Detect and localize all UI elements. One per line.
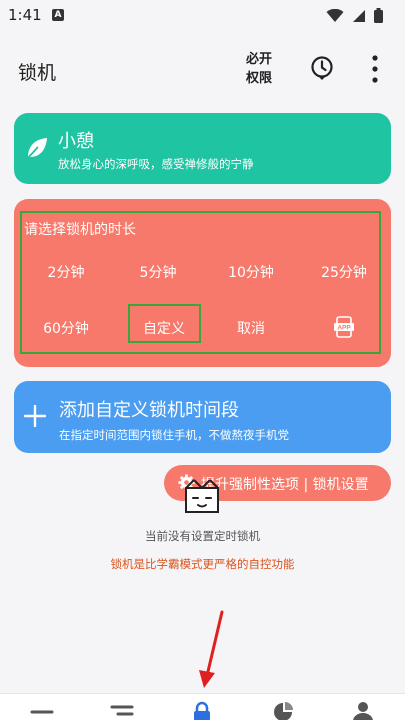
relax-subtitle: 放松身心的深呼吸，感受禅修般的宁静	[58, 157, 254, 171]
status-icons	[326, 8, 383, 23]
lock-duration-title: 请选择锁机的时长	[24, 222, 136, 238]
nav-list-icon[interactable]	[110, 700, 134, 720]
option-60min[interactable]: 60分钟	[26, 318, 106, 338]
app-lock-icon[interactable]: APP	[334, 316, 354, 338]
relax-card[interactable]: 小憩 放松身心的深呼吸，感受禅修般的宁静	[14, 113, 391, 184]
more-vert-icon[interactable]	[366, 54, 384, 84]
option-5min[interactable]: 5分钟	[118, 262, 198, 282]
relax-title: 小憩	[58, 131, 94, 152]
clock-icon[interactable]	[309, 55, 335, 81]
option-custom[interactable]: 自定义	[124, 318, 204, 338]
nav-minus-icon[interactable]	[30, 700, 54, 720]
upgrade-settings-label: 提升强制性选项 | 锁机设置	[201, 477, 369, 493]
signal-icon	[353, 9, 365, 22]
option-cancel[interactable]: 取消	[211, 318, 291, 338]
plus-icon	[24, 405, 46, 427]
custom-period-title: 添加自定义锁机时间段	[59, 400, 239, 421]
notification-icon: A	[52, 9, 64, 21]
nav-pie-chart-icon[interactable]	[271, 700, 295, 720]
permission-button[interactable]: 必开 权限	[240, 50, 278, 88]
status-bar: 1:41 A	[0, 0, 405, 34]
arrow-annotation	[199, 610, 224, 688]
add-custom-period-card[interactable]: 添加自定义锁机时间段 在指定时间范围内锁住手机，不做熬夜手机党	[14, 381, 391, 453]
lock-duration-card: 请选择锁机的时长 2分钟 5分钟 10分钟 25分钟 60分钟 自定义 取消 A…	[14, 199, 391, 367]
app-bar: 锁机 必开 权限	[0, 42, 405, 98]
option-25min[interactable]: 25分钟	[304, 262, 384, 282]
battery-icon	[374, 8, 383, 23]
nav-profile-icon[interactable]	[351, 700, 375, 720]
wifi-icon	[326, 8, 344, 22]
app-badge-text: APP	[337, 325, 351, 332]
app-box-icon: APP	[334, 316, 354, 338]
option-2min[interactable]: 2分钟	[26, 262, 106, 282]
option-10min[interactable]: 10分钟	[211, 262, 291, 282]
custom-period-subtitle: 在指定时间范围内锁住手机，不做熬夜手机党	[59, 428, 289, 442]
nav-lock-icon[interactable]	[190, 700, 214, 720]
mascot-box-icon	[185, 479, 219, 513]
leaf-icon	[26, 138, 47, 160]
bottom-nav	[0, 693, 405, 720]
page-title: 锁机	[18, 62, 57, 84]
info-note: 锁机是比学霸模式更严格的自控功能	[110, 557, 295, 571]
permission-label-line1: 必开	[245, 52, 272, 67]
permission-label-line2: 权限	[245, 71, 272, 86]
status-time: 1:41	[8, 6, 42, 24]
empty-state-text: 当前没有设置定时锁机	[145, 529, 260, 543]
